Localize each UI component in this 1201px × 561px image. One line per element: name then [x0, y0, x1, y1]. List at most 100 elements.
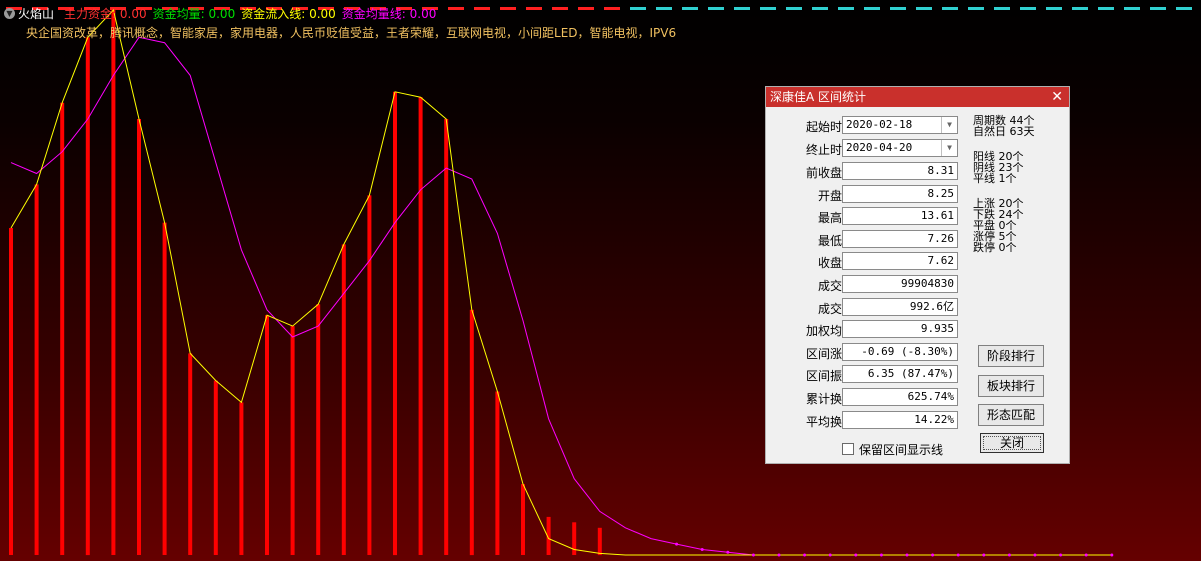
bar [444, 119, 449, 555]
end-date-picker[interactable]: 2020-04-20 ▼ [842, 139, 958, 157]
line-point [905, 553, 909, 557]
stat-line: 平线 1个 [973, 172, 1017, 185]
dialog-title: 深康佳A 区间统计 [770, 90, 867, 104]
field-row: 开盘价 8.25 [766, 185, 966, 205]
metric-label: 资金均量线: [341, 6, 406, 21]
field-value: 9.935 [842, 320, 958, 338]
candle-stats: 阳线 20个 阴线 23个 平线 1个 [973, 151, 1024, 184]
bar [290, 326, 295, 555]
metric-label: 资金流入线: [241, 6, 306, 21]
field-value: -0.69 (-8.30%) [842, 343, 958, 361]
line-point [726, 550, 730, 554]
indicator-name[interactable]: 火焰山 [18, 5, 54, 22]
field-value: 992.6亿 [842, 298, 958, 316]
period-stats: 周期数 44个 自然日 63天 [973, 115, 1035, 137]
field-value: 625.74% [842, 388, 958, 406]
line-point [931, 553, 935, 557]
start-date-row: 起始时间 2020-02-18 ▼ [766, 116, 966, 136]
field-value: 7.26 [842, 230, 958, 248]
change-stats: 上涨 20个 下跌 24个 平盘 0个 涨停 5个 跌停 0个 [973, 198, 1024, 253]
line-point [1059, 553, 1063, 557]
checkbox-icon[interactable] [842, 443, 854, 455]
bar [469, 309, 474, 556]
bar [597, 527, 602, 556]
line-point [777, 553, 781, 557]
bar [367, 195, 372, 556]
dialog-titlebar[interactable]: 深康佳A 区间统计 ✕ [766, 87, 1069, 107]
bar [9, 228, 13, 555]
start-date-picker[interactable]: 2020-02-18 ▼ [842, 116, 958, 134]
metric-value: 0.00 [409, 6, 437, 21]
field-row: 区间振幅 6.35 (87.47%) [766, 365, 966, 385]
checkbox-label: 保留区间显示线 [859, 443, 944, 457]
field-row: 加权均价 9.935 [766, 320, 966, 340]
bar [213, 380, 218, 555]
line-point [1033, 553, 1037, 557]
field-value: 6.35 (87.47%) [842, 365, 958, 383]
line-point [1084, 553, 1088, 557]
bar [239, 402, 244, 555]
field-row: 成交量 99904830 [766, 275, 966, 295]
field-value: 8.31 [842, 162, 958, 180]
metric-avg-volume: 资金均量: 0.00 [153, 5, 236, 22]
metric-label: 资金均量: [152, 6, 205, 21]
start-date-value: 2020-02-18 [846, 118, 913, 131]
interval-stats-dialog: 深康佳A 区间统计 ✕ 起始时间 2020-02-18 ▼ 终止时间 2020-… [765, 86, 1070, 464]
keep-interval-lines-checkbox[interactable]: 保留区间显示线 [842, 441, 943, 458]
line-point [803, 553, 807, 557]
concept-tags: 央企国资改革，腾讯概念，智能家居，家用电器，人民币贬值受益，王者荣耀，互联网电视… [26, 26, 677, 40]
metric-value: 0.00 [208, 6, 236, 21]
close-icon[interactable]: ✕ [1051, 87, 1063, 107]
field-value: 13.61 [842, 207, 958, 225]
line-point [956, 553, 960, 557]
bar [34, 184, 39, 555]
bar [188, 353, 193, 555]
bar [521, 484, 525, 555]
line-point [828, 553, 832, 557]
bar [316, 304, 321, 555]
line-point [675, 542, 679, 546]
line-point [879, 553, 883, 557]
field-value: 99904830 [842, 275, 958, 293]
metric-label: 主力资金: [64, 6, 117, 21]
bar [495, 391, 500, 555]
chevron-down-icon[interactable]: ▼ [941, 140, 957, 156]
metric-main-fund: 主力资金: 0.00 [64, 5, 147, 22]
line-point [700, 548, 704, 551]
sector-ranking-button[interactable]: 板块排行 [978, 375, 1044, 397]
end-date-row: 终止时间 2020-04-20 ▼ [766, 139, 966, 159]
stat-line: 跌停 0个 [973, 241, 1017, 254]
line-point [751, 553, 755, 557]
bar [418, 97, 423, 555]
line-point [1110, 553, 1114, 557]
field-row: 最低价 7.26 [766, 230, 966, 250]
metric-avg-line: 资金均量线: 0.00 [342, 5, 437, 22]
collapse-icon[interactable]: ▼ [4, 7, 15, 19]
bar [393, 91, 397, 556]
field-value: 8.25 [842, 185, 958, 203]
pattern-match-button[interactable]: 形态匹配 [978, 404, 1044, 426]
field-row: 平均换手 14.22% [766, 411, 966, 431]
line-point [854, 553, 858, 557]
bar [60, 102, 65, 555]
line-point [982, 553, 986, 557]
field-value: 7.62 [842, 252, 958, 270]
stage-ranking-button[interactable]: 阶段排行 [978, 345, 1044, 367]
bar [265, 315, 269, 555]
metric-inflow-line: 资金流入线: 0.00 [241, 5, 336, 22]
bar [111, 10, 116, 555]
field-row: 累计换手 625.74% [766, 388, 966, 408]
field-row: 前收盘价 8.31 [766, 162, 966, 182]
chevron-down-icon[interactable]: ▼ [941, 117, 957, 133]
field-row: 收盘价 7.62 [766, 252, 966, 272]
end-date-value: 2020-04-20 [846, 141, 913, 154]
close-button[interactable]: 关闭 [980, 433, 1044, 453]
metric-value: 0.00 [309, 6, 336, 21]
bar [162, 222, 167, 555]
field-row: 成交额 992.6亿 [766, 298, 966, 318]
stat-line: 自然日 63天 [973, 125, 1035, 138]
bar [137, 119, 141, 555]
field-row: 区间涨幅 -0.69 (-8.30%) [766, 343, 966, 363]
line-point [1007, 553, 1011, 557]
bar [85, 37, 90, 556]
